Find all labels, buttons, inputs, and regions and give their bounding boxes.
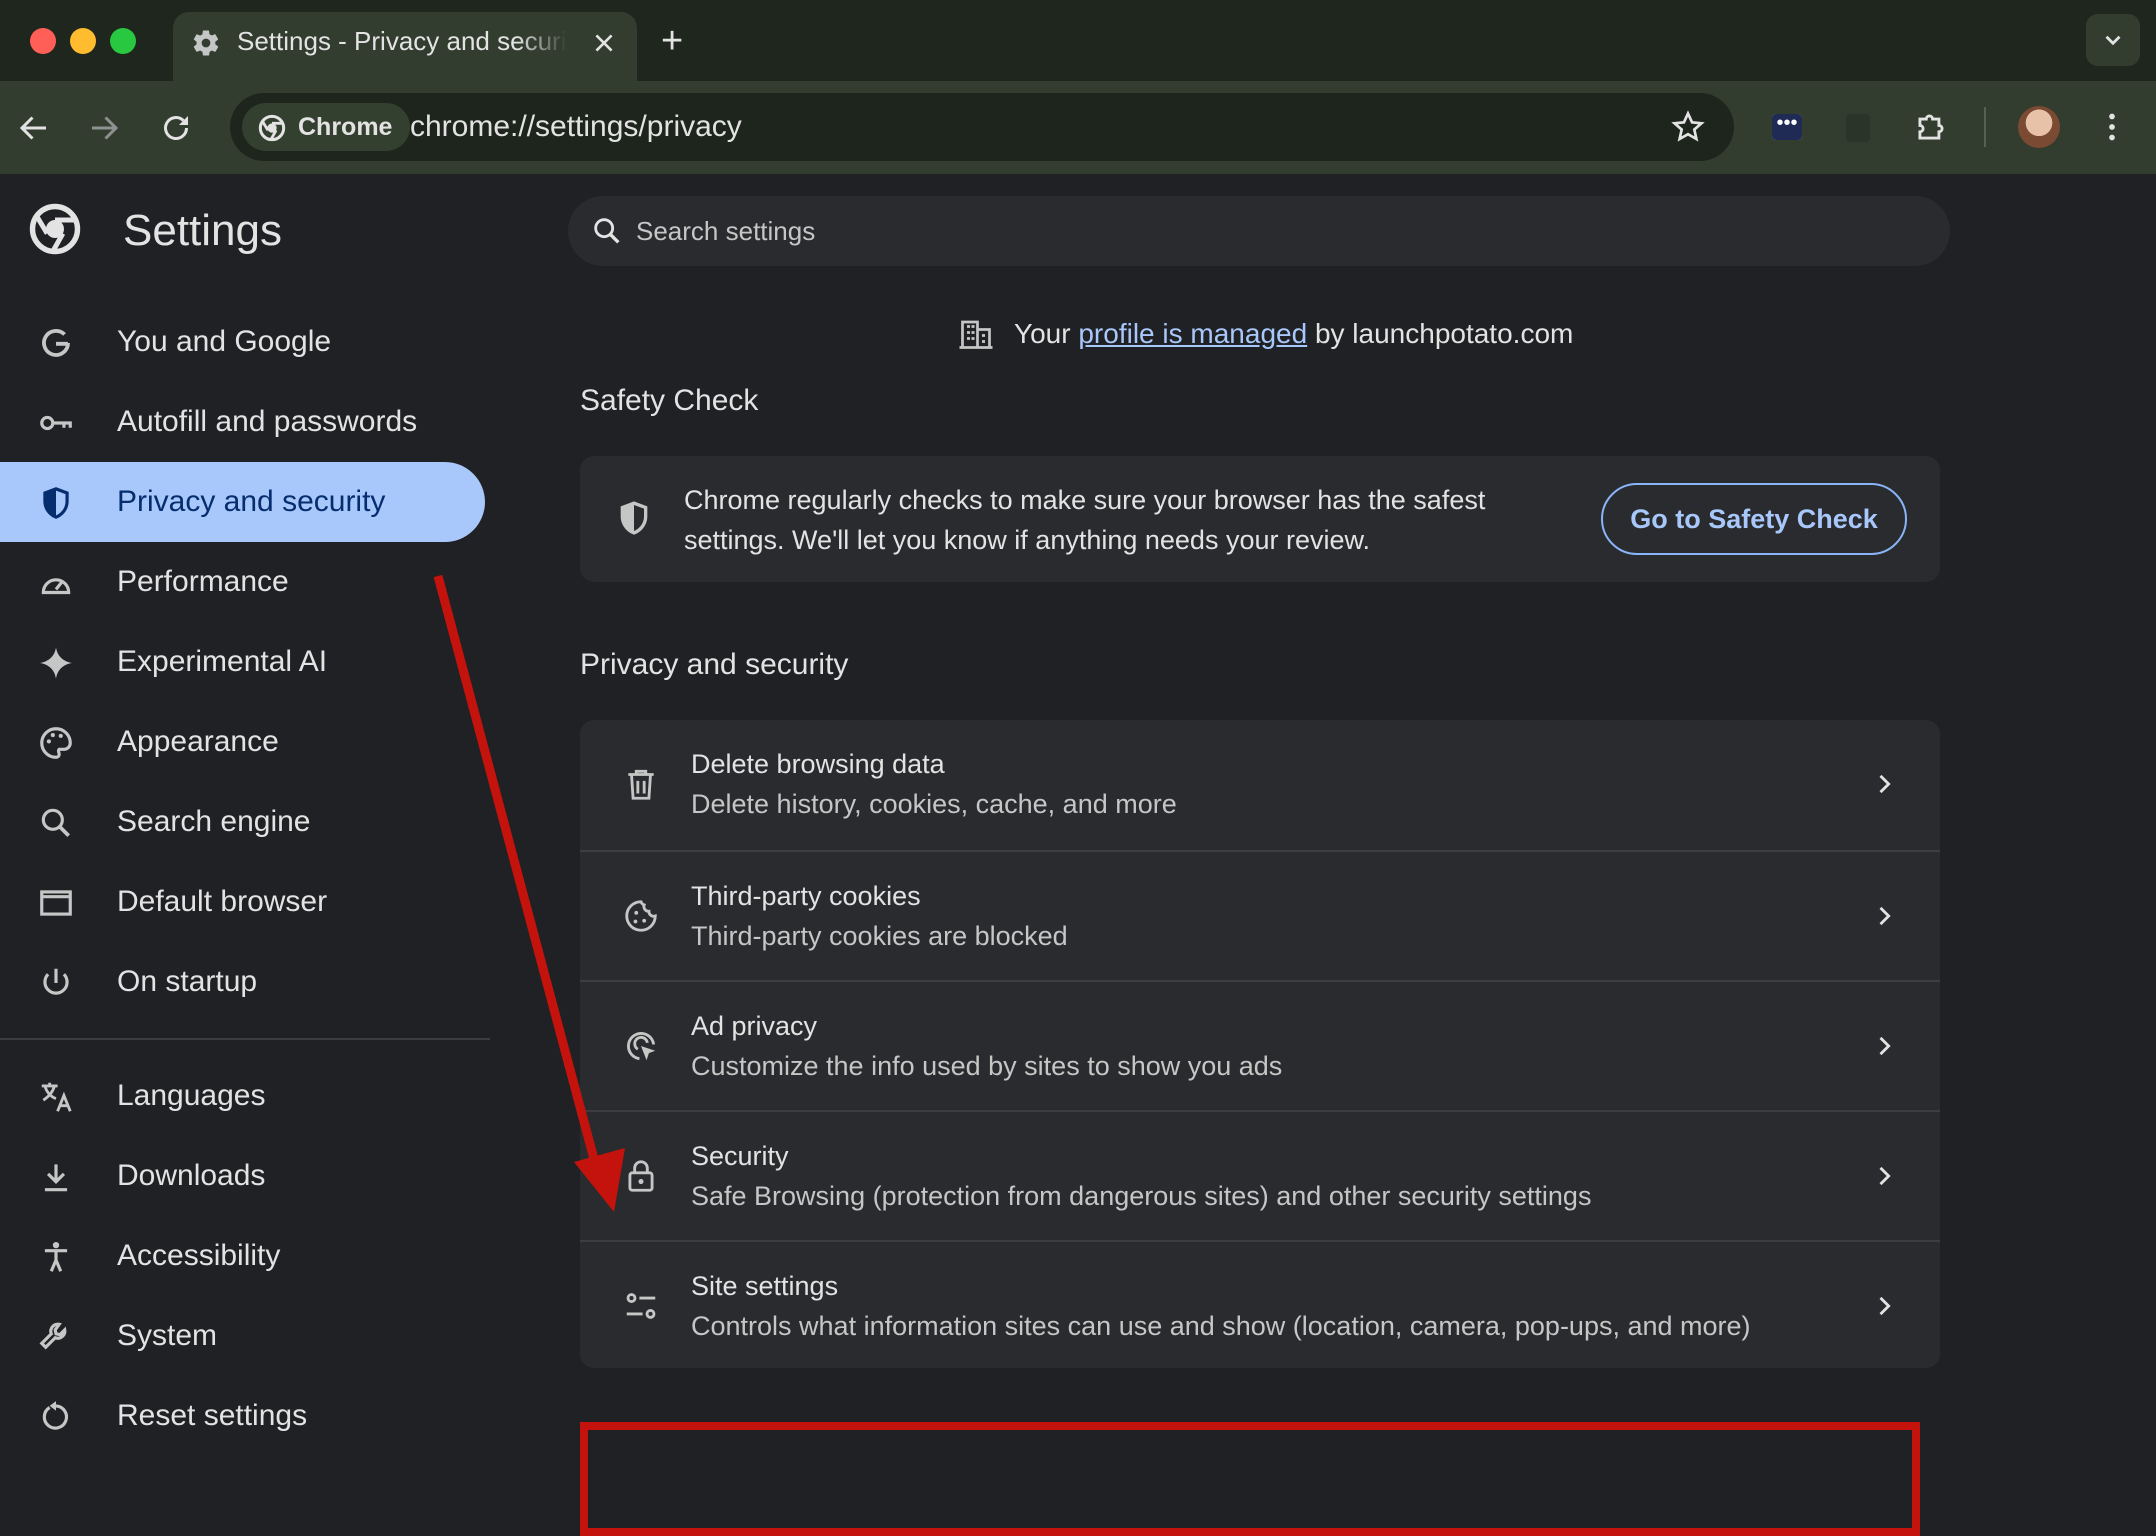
chrome-logo-icon	[258, 114, 286, 142]
address-bar[interactable]: Chrome chrome://settings/privacy	[230, 93, 1734, 161]
close-tab-icon[interactable]	[591, 30, 617, 56]
tab-title: Settings - Privacy and security	[237, 26, 567, 56]
back-icon[interactable]	[16, 110, 52, 146]
minimize-window-button[interactable]	[70, 28, 96, 54]
tab-search-button[interactable]	[2086, 14, 2140, 66]
site-info-chip[interactable]: Chrome	[242, 103, 411, 151]
avatar[interactable]	[2018, 106, 2060, 148]
active-tab[interactable]: Settings - Privacy and security	[173, 12, 637, 81]
toolbar-divider	[1984, 107, 1986, 147]
chevron-down-icon	[2100, 27, 2126, 53]
close-window-button[interactable]	[30, 28, 56, 54]
maximize-window-button[interactable]	[110, 28, 136, 54]
new-tab-button[interactable]: +	[661, 22, 683, 60]
site-info-chip-label: Chrome	[298, 113, 393, 141]
bookmark-star-icon[interactable]	[1670, 109, 1706, 145]
extension-icon[interactable]: •••	[1772, 113, 1802, 140]
browser-toolbar: Chrome chrome://settings/privacy •••	[0, 81, 2156, 174]
url-text[interactable]: chrome://settings/privacy	[410, 110, 742, 144]
tab-strip: Settings - Privacy and security +	[0, 0, 2156, 81]
forward-icon[interactable]	[86, 110, 122, 146]
extension-icon[interactable]	[1846, 114, 1870, 142]
annotation-arrow	[433, 574, 625, 1212]
gear-icon	[191, 28, 221, 58]
settings-page: Settings You and Google Autofill and pas…	[0, 174, 2156, 1536]
more-menu-icon[interactable]	[2094, 109, 2130, 145]
extensions-puzzle-icon[interactable]	[1912, 108, 1950, 146]
reload-icon[interactable]	[158, 110, 194, 146]
